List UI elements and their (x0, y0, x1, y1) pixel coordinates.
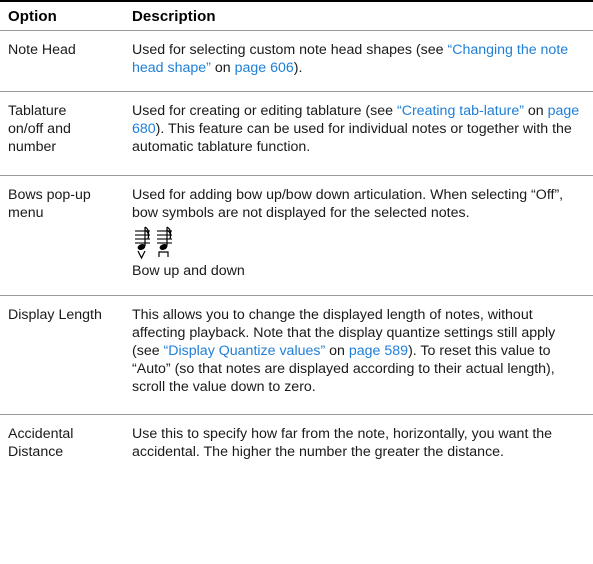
table-row-bows: Bows pop-up menu Used for adding bow up/… (0, 176, 593, 296)
option-name: Note Head (8, 42, 76, 58)
description-column-header: Description (132, 8, 216, 25)
table-row-accidental-distance: Accidental Distance Use this to specify … (0, 415, 593, 495)
cross-reference-link[interactable]: “Display Quantize values” (164, 343, 326, 359)
option-description: Used for adding bow up/bow down articula… (132, 186, 586, 280)
option-description: This allows you to change the displayed … (132, 307, 556, 395)
option-description: Use this to specify how far from the not… (132, 426, 553, 460)
table-header: Option Description (0, 2, 593, 31)
option-description: Used for creating or editing tablature (… (132, 103, 580, 155)
table-row-tablature: Tablature on/off and number Used for cre… (0, 92, 593, 176)
option-name: Tablature on/off and number (8, 103, 71, 155)
table-row-note-head: Note Head Used for selecting custom note… (0, 31, 593, 92)
options-table: Option Description Note Head Used for se… (0, 0, 593, 495)
option-name: Accidental Distance (8, 426, 74, 460)
figure-caption: Bow up and down (132, 263, 245, 279)
option-name: Bows pop-up menu (8, 187, 91, 221)
cross-reference-link[interactable]: “Creating tab-lature” (397, 103, 524, 119)
table-row-display-length: Display Length This allows you to change… (0, 296, 593, 415)
page-link[interactable]: page 589 (349, 343, 408, 359)
option-description: Used for selecting custom note head shap… (132, 42, 569, 76)
option-name: Display Length (8, 307, 102, 323)
option-column-header: Option (8, 8, 57, 25)
bow-symbols-figure (132, 226, 586, 260)
bow-up-down-icon (135, 226, 172, 260)
page-link[interactable]: page 606 (235, 60, 294, 76)
